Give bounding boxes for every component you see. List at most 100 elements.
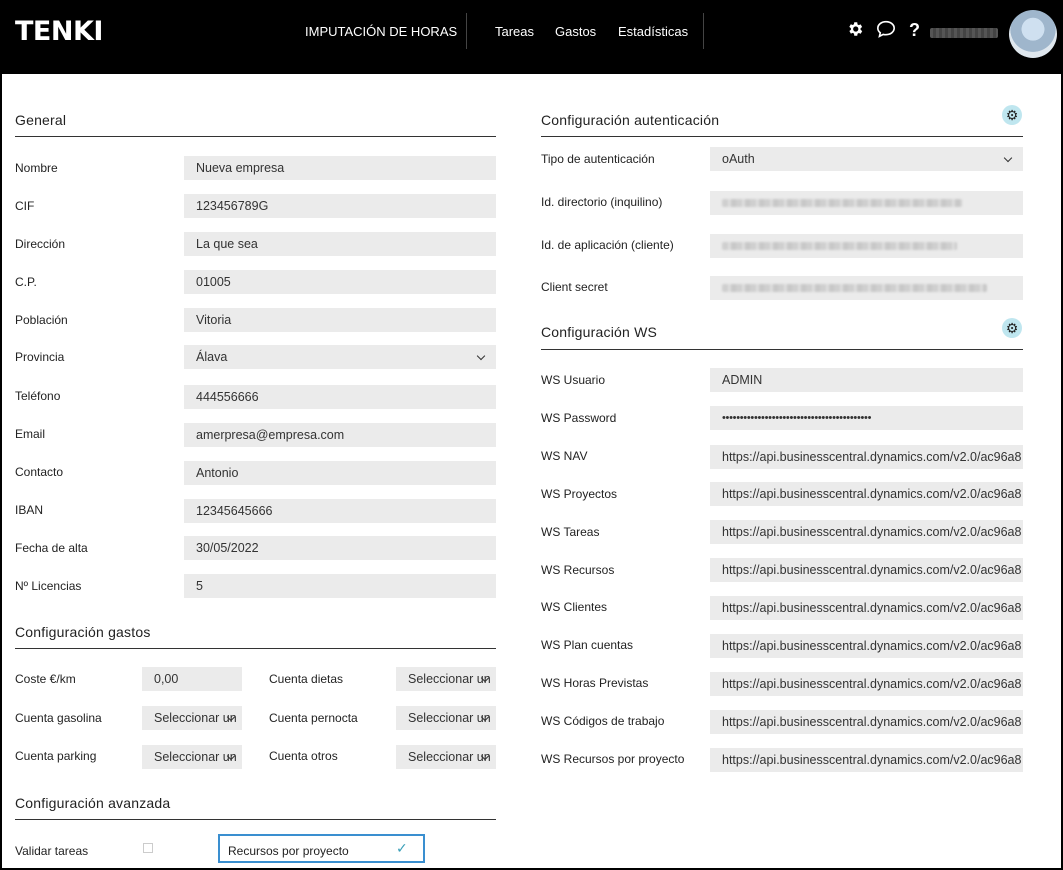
nav-gastos[interactable]: Gastos xyxy=(555,24,596,39)
label-poblacion: Población xyxy=(15,313,68,327)
section-title-autenticacion: Configuración autenticación xyxy=(541,112,720,128)
validar-tareas-checkbox[interactable] xyxy=(143,843,153,853)
recursos-por-proyecto-toggle[interactable]: Recursos por proyecto ✓ xyxy=(218,834,425,863)
cuenta-otros-select[interactable]: Seleccionar un xyxy=(396,745,496,769)
nombre-input[interactable]: Nueva empresa xyxy=(184,156,496,180)
label-validar-tareas: Validar tareas xyxy=(15,844,89,858)
label-tipo-autenticacion: Tipo de autenticación xyxy=(541,152,655,166)
label-cuenta-dietas: Cuenta dietas xyxy=(269,672,344,686)
label-ws-tareas: WS Tareas xyxy=(541,525,600,539)
label-cp: C.P. xyxy=(15,275,37,289)
section-title-avanzada: Configuración avanzada xyxy=(15,795,171,811)
help-icon[interactable]: ? xyxy=(909,20,920,41)
chat-icon[interactable] xyxy=(876,20,896,43)
nav-imputacion-horas[interactable]: IMPUTACIÓN DE HORAS xyxy=(305,24,457,39)
avatar[interactable] xyxy=(1009,10,1057,58)
cuenta-pernocta-select[interactable]: Seleccionar un xyxy=(396,706,496,730)
cuenta-parking-select[interactable]: Seleccionar un xyxy=(142,745,242,769)
client-secret-input[interactable] xyxy=(710,276,1023,300)
ws-proyectos-input[interactable]: https://api.businesscentral.dynamics.com… xyxy=(710,482,1023,506)
label-ws-recursos: WS Recursos xyxy=(541,563,615,577)
section-title-general: General xyxy=(15,112,67,128)
recursos-por-proyecto-label: Recursos por proyecto xyxy=(228,844,349,858)
ws-codigos-trabajo-input[interactable]: https://api.businesscentral.dynamics.com… xyxy=(710,710,1023,734)
poblacion-input[interactable]: Vitoria xyxy=(184,308,496,332)
section-title-ws: Configuración WS xyxy=(541,324,658,340)
section-divider xyxy=(541,136,1023,137)
redacted-value xyxy=(722,284,987,292)
label-ws-proyectos: WS Proyectos xyxy=(541,487,618,501)
nav-estadisticas[interactable]: Estadísticas xyxy=(618,24,688,39)
ws-plan-cuentas-input[interactable]: https://api.businesscentral.dynamics.com… xyxy=(710,634,1023,658)
cuenta-gasolina-select[interactable]: Seleccionar un xyxy=(142,706,242,730)
direccion-input[interactable]: La que sea xyxy=(184,232,496,256)
label-cif: CIF xyxy=(15,199,35,213)
nav-divider xyxy=(703,13,704,49)
label-email: Email xyxy=(15,427,46,441)
label-coste-km: Coste €/km xyxy=(15,672,76,686)
ws-clientes-input[interactable]: https://api.businesscentral.dynamics.com… xyxy=(710,596,1023,620)
telefono-input[interactable]: 444556666 xyxy=(184,385,496,409)
label-ws-nav: WS NAV xyxy=(541,449,588,463)
id-aplicacion-input[interactable] xyxy=(710,234,1023,258)
username[interactable] xyxy=(930,28,998,38)
label-iban: IBAN xyxy=(15,503,44,517)
label-licencias: Nº Licencias xyxy=(15,579,82,593)
label-ws-codigos-trabajo: WS Códigos de trabajo xyxy=(541,714,665,728)
label-ws-usuario: WS Usuario xyxy=(541,373,606,387)
label-provincia: Provincia xyxy=(15,350,65,364)
iban-input[interactable]: 12345645666 xyxy=(184,499,496,523)
label-id-directorio: Id. directorio (inquilino) xyxy=(541,195,663,209)
nav-tareas[interactable]: Tareas xyxy=(495,24,534,39)
label-cuenta-otros: Cuenta otros xyxy=(269,749,338,763)
ws-horas-previstas-input[interactable]: https://api.businesscentral.dynamics.com… xyxy=(710,672,1023,696)
section-divider xyxy=(541,349,1023,350)
logo[interactable]: TENKI xyxy=(15,16,103,47)
label-ws-plan-cuentas: WS Plan cuentas xyxy=(541,638,634,652)
label-contacto: Contacto xyxy=(15,465,64,479)
id-directorio-input[interactable] xyxy=(710,191,1023,215)
label-id-aplicacion: Id. de aplicación (cliente) xyxy=(541,238,674,252)
licencias-input[interactable]: 5 xyxy=(184,574,496,598)
section-divider xyxy=(15,648,496,649)
contacto-input[interactable]: Antonio xyxy=(184,461,496,485)
email-input[interactable]: amerpresa@empresa.com xyxy=(184,423,496,447)
gear-icon[interactable]: ⚙ xyxy=(1002,318,1022,338)
section-divider xyxy=(15,819,496,820)
label-fecha-alta: Fecha de alta xyxy=(15,541,88,555)
label-telefono: Teléfono xyxy=(15,389,61,403)
settings-page: General Nombre Nueva empresa CIF 1234567… xyxy=(2,74,1061,868)
label-direccion: Dirección xyxy=(15,237,66,251)
label-client-secret: Client secret xyxy=(541,280,608,294)
label-ws-recursos-proyecto: WS Recursos por proyecto xyxy=(541,752,685,766)
fecha-alta-input[interactable]: 30/05/2022 xyxy=(184,536,496,560)
label-ws-horas-previstas: WS Horas Previstas xyxy=(541,676,649,690)
ws-usuario-input[interactable]: ADMIN xyxy=(710,368,1023,392)
redacted-value xyxy=(722,242,957,250)
tipo-autenticacion-select[interactable]: oAuth xyxy=(710,147,1023,171)
ws-recursos-proyecto-input[interactable]: https://api.businesscentral.dynamics.com… xyxy=(710,748,1023,772)
top-navbar: TENKI IMPUTACIÓN DE HORAS Tareas Gastos … xyxy=(0,0,1063,74)
gear-icon[interactable]: ⚙ xyxy=(1002,105,1022,125)
cif-input[interactable]: 123456789G xyxy=(184,194,496,218)
coste-km-input[interactable]: 0,00 xyxy=(142,667,242,691)
provincia-select[interactable]: Álava xyxy=(184,345,496,369)
redacted-value xyxy=(722,199,962,207)
cuenta-dietas-select[interactable]: Seleccionar un xyxy=(396,667,496,691)
label-cuenta-gasolina: Cuenta gasolina xyxy=(15,711,102,725)
gear-icon[interactable] xyxy=(846,20,864,43)
ws-recursos-input[interactable]: https://api.businesscentral.dynamics.com… xyxy=(710,558,1023,582)
ws-nav-input[interactable]: https://api.businesscentral.dynamics.com… xyxy=(710,445,1023,469)
ws-password-input[interactable]: ••••••••••••••••••••••••••••••••••••••••… xyxy=(710,406,1023,430)
label-ws-password: WS Password xyxy=(541,411,617,425)
label-cuenta-parking: Cuenta parking xyxy=(15,749,97,763)
label-nombre: Nombre xyxy=(15,161,58,175)
label-cuenta-pernocta: Cuenta pernocta xyxy=(269,711,358,725)
label-ws-clientes: WS Clientes xyxy=(541,600,608,614)
check-icon: ✓ xyxy=(396,840,408,856)
section-title-gastos: Configuración gastos xyxy=(15,624,151,640)
nav-divider xyxy=(466,13,467,49)
cp-input[interactable]: 01005 xyxy=(184,270,496,294)
section-divider xyxy=(15,136,496,137)
ws-tareas-input[interactable]: https://api.businesscentral.dynamics.com… xyxy=(710,520,1023,544)
